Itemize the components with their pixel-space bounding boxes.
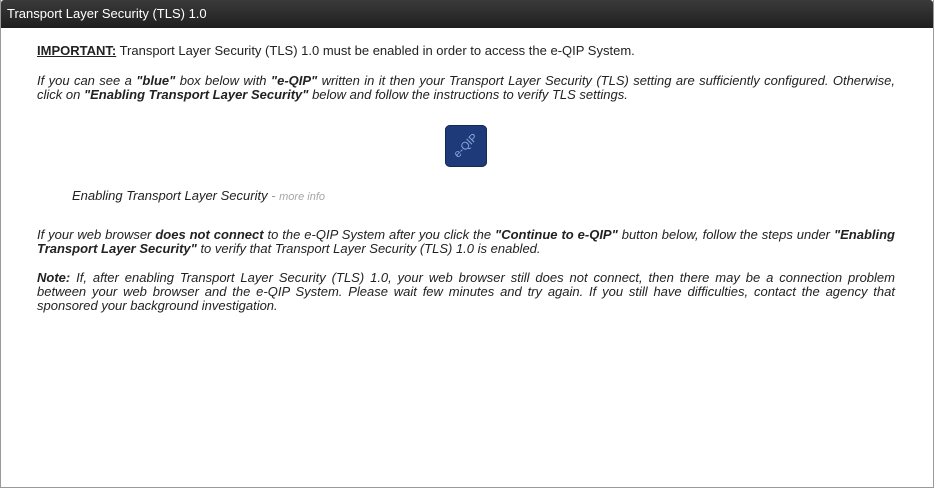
important-label: IMPORTANT: <box>37 43 117 58</box>
para1-bold-eqip: "e-QIP" <box>270 73 318 88</box>
connection-paragraph: If your web browser does not connect to … <box>37 228 895 256</box>
enabling-tls-link[interactable]: Enabling Transport Layer Security <box>72 188 268 203</box>
para1-bold-enabling: "Enabling Transport Layer Security" <box>83 87 309 102</box>
note-text: If, after enabling Transport Layer Secur… <box>37 270 895 313</box>
important-text: Transport Layer Security (TLS) 1.0 must … <box>116 43 635 58</box>
panel-content: IMPORTANT: Transport Layer Security (TLS… <box>1 44 933 313</box>
para1-text-1: If you can see a <box>37 73 137 88</box>
note-label: Note: <box>37 270 71 285</box>
link-separator: - <box>267 188 280 203</box>
para2-text-1: If your web browser <box>37 227 156 242</box>
para2-text-3: button below, follow the steps under <box>617 227 834 242</box>
tls-badge-container: e-QIP <box>37 125 895 167</box>
para2-bold-not-connect: does not connect <box>155 227 264 242</box>
note-paragraph: Note: If, after enabling Transport Layer… <box>37 271 895 313</box>
tls-panel: Transport Layer Security (TLS) 1.0 IMPOR… <box>0 0 934 488</box>
para2-text-4: to verify that Transport Layer Security … <box>196 241 541 256</box>
panel-title: Transport Layer Security (TLS) 1.0 <box>1 0 933 28</box>
more-info-link[interactable]: more info <box>279 191 325 203</box>
enabling-tls-link-row: Enabling Transport Layer Security - more… <box>37 188 895 203</box>
para1-text-2: box below with <box>175 73 271 88</box>
para2-text-2: to the e-QIP System after you click the <box>263 227 496 242</box>
eqip-blue-badge[interactable]: e-QIP <box>445 125 487 167</box>
para2-bold-continue: "Continue to e-QIP" <box>495 227 618 242</box>
eqip-badge-text: e-QIP <box>451 131 481 161</box>
tls-check-paragraph: If you can see a "blue" box below with "… <box>37 74 895 102</box>
important-notice: IMPORTANT: Transport Layer Security (TLS… <box>37 44 895 58</box>
para1-text-4: below and follow the instructions to ver… <box>308 87 628 102</box>
para1-bold-blue: "blue" <box>136 73 176 88</box>
